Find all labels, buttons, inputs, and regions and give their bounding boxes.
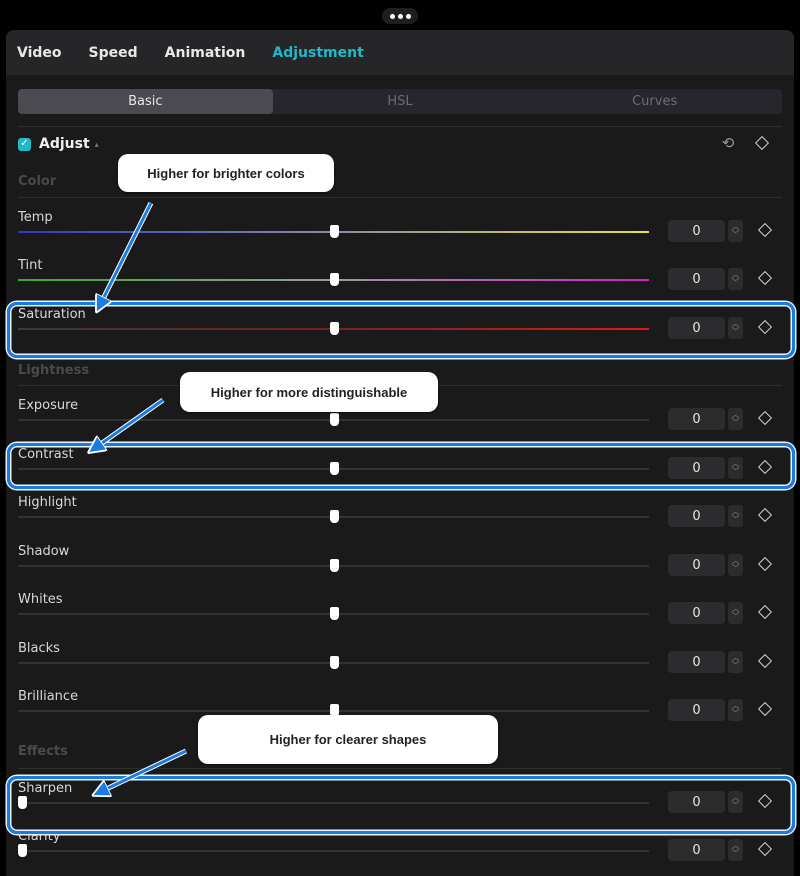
value-input[interactable]: 0 <box>668 408 725 430</box>
slider-label: Temp <box>18 210 53 225</box>
tab-speed[interactable]: Speed <box>89 45 138 61</box>
subtab-hsl[interactable]: HSL <box>273 89 528 114</box>
keyframe-diamond-icon[interactable] <box>757 270 773 286</box>
section-color: Color <box>18 174 57 189</box>
dot <box>397 13 403 19</box>
stepper-icon[interactable]: ︿ ﹀ <box>728 408 743 430</box>
slider-row-blacks: Blacks 0 ︿ ﹀ <box>18 641 794 689</box>
subtab-curves[interactable]: Curves <box>527 89 782 114</box>
stepper-icon[interactable]: ︿ ﹀ <box>728 699 743 721</box>
stepper-icon[interactable]: ︿ ﹀ <box>728 602 743 624</box>
tab-adjustment[interactable]: Adjustment <box>272 45 363 61</box>
top-tabs: Video Speed Animation Adjustment <box>6 30 794 75</box>
stepper-icon[interactable]: ︿ ﹀ <box>728 505 743 527</box>
reset-icon[interactable]: ⟲ <box>720 135 736 151</box>
slider-label: Blacks <box>18 641 60 656</box>
slider-thumb[interactable] <box>18 844 27 857</box>
callout-sharpen: Higher for clearer shapes <box>198 715 498 764</box>
value-input[interactable]: 0 <box>668 505 725 527</box>
highlight-saturation <box>7 302 795 358</box>
slider-label: Brilliance <box>18 689 79 704</box>
callout-saturation: Higher for brighter colors <box>118 154 334 192</box>
value-input[interactable]: 0 <box>668 699 725 721</box>
subtab-basic[interactable]: Basic <box>18 89 273 114</box>
divider <box>18 197 782 198</box>
keyframe-diamond-icon[interactable] <box>757 507 773 523</box>
stepper-icon[interactable]: ︿ ﹀ <box>728 268 743 290</box>
value-input[interactable]: 0 <box>668 268 725 290</box>
slider-label: Exposure <box>18 398 79 413</box>
keyframe-diamond-icon[interactable] <box>757 604 773 620</box>
slider-thumb[interactable] <box>329 607 339 620</box>
tab-animation[interactable]: Animation <box>165 45 246 61</box>
slider-row-clarity: Clarity 0 ︿ ﹀ <box>18 829 794 876</box>
keyframe-diamond-icon[interactable] <box>757 222 773 238</box>
collapse-caret-icon[interactable]: ▴ <box>95 140 99 149</box>
value-input[interactable]: 0 <box>668 602 725 624</box>
slider-row-whites: Whites 0 ︿ ﹀ <box>18 592 794 640</box>
slider-thumb[interactable] <box>329 413 339 426</box>
value-input[interactable]: 0 <box>668 220 725 242</box>
stepper-icon[interactable]: ︿ ﹀ <box>728 554 743 576</box>
slider-track[interactable] <box>18 850 649 852</box>
divider <box>18 126 782 127</box>
section-lightness: Lightness <box>18 363 90 378</box>
dot <box>389 13 395 19</box>
slider-thumb[interactable] <box>329 510 339 523</box>
keyframe-diamond-icon[interactable] <box>757 410 773 426</box>
slider-row-tint: Tint 0 ︿ ﹀ <box>18 258 794 306</box>
adjust-title: Adjust <box>39 136 90 152</box>
dot <box>405 13 411 19</box>
slider-thumb[interactable] <box>329 656 339 669</box>
slider-row-temp: Temp 0 ︿ ﹀ <box>18 210 794 258</box>
more-options-handle[interactable] <box>382 8 418 24</box>
adjust-checkbox[interactable]: ✓ <box>18 137 31 151</box>
keyframe-diamond-icon[interactable] <box>757 556 773 572</box>
slider-label: Whites <box>18 592 63 607</box>
slider-thumb[interactable] <box>329 225 339 238</box>
stepper-icon[interactable]: ︿ ﹀ <box>728 651 743 673</box>
keyframe-diamond-icon[interactable] <box>757 701 773 717</box>
tab-video[interactable]: Video <box>17 45 62 61</box>
highlight-contrast <box>7 443 795 489</box>
slider-thumb[interactable] <box>329 559 339 572</box>
stepper-icon[interactable]: ︿ ﹀ <box>728 220 743 242</box>
section-effects: Effects <box>18 744 68 759</box>
callout-contrast: Higher for more distinguishable <box>180 372 438 412</box>
keyframe-diamond-icon[interactable] <box>754 135 770 151</box>
stepper-icon[interactable]: ︿ ﹀ <box>728 839 743 861</box>
value-input[interactable]: 0 <box>668 651 725 673</box>
slider-label: Tint <box>18 258 43 273</box>
value-input[interactable]: 0 <box>668 554 725 576</box>
value-input[interactable]: 0 <box>668 839 725 861</box>
keyframe-diamond-icon[interactable] <box>757 841 773 857</box>
adjust-header: ✓ Adjust ▴ <box>18 136 99 152</box>
keyframe-diamond-icon[interactable] <box>757 653 773 669</box>
subtabs: Basic HSL Curves <box>18 89 782 114</box>
slider-row-shadow: Shadow 0 ︿ ﹀ <box>18 544 794 592</box>
slider-label: Shadow <box>18 544 70 559</box>
divider <box>18 768 782 769</box>
slider-row-highlight: Highlight 0 ︿ ﹀ <box>18 495 794 543</box>
highlight-sharpen <box>7 776 795 834</box>
slider-thumb[interactable] <box>329 273 339 286</box>
slider-label: Highlight <box>18 495 77 510</box>
